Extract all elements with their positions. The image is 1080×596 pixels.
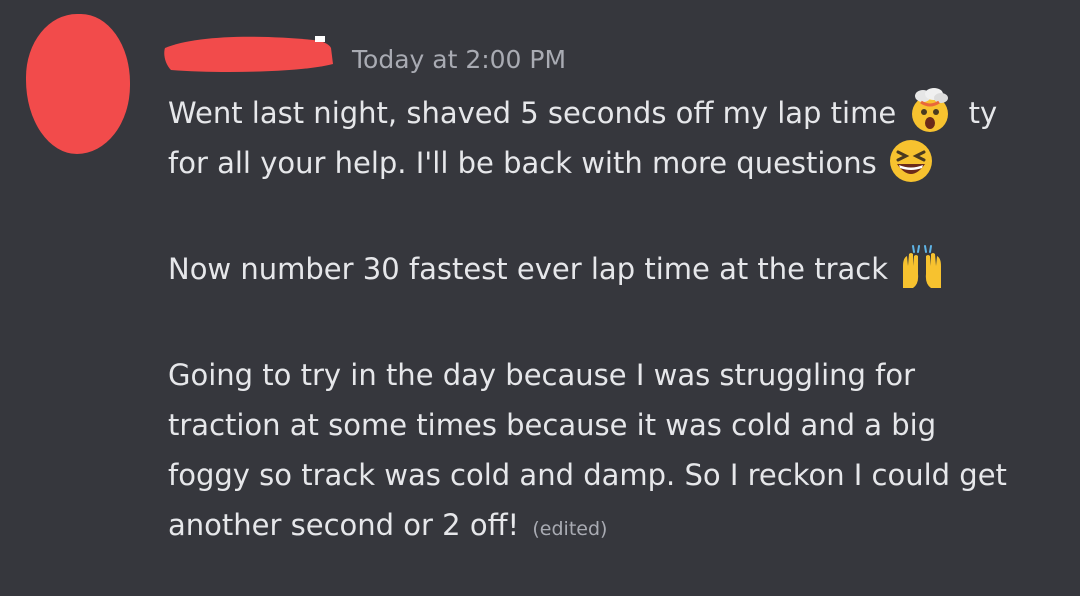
message-line: traction at some times because it was co… bbox=[168, 408, 937, 442]
message-line: Went last night, shaved 5 seconds off my… bbox=[168, 88, 1058, 138]
laughing-squinting-face-icon bbox=[889, 140, 932, 182]
username-redacted[interactable] bbox=[163, 34, 335, 74]
chat-message: Today at 2:00 PM Went last night, shaved… bbox=[0, 0, 1080, 596]
message-text: another second or 2 off! bbox=[168, 508, 520, 542]
edited-label[interactable]: (edited) bbox=[532, 518, 607, 540]
message-text: for all your help. I'll be back with mor… bbox=[168, 146, 877, 180]
message-content: Went last night, shaved 5 seconds off my… bbox=[168, 88, 1058, 550]
message-line: Going to try in the day because I was st… bbox=[168, 358, 916, 392]
raising-hands-icon bbox=[903, 245, 942, 288]
message-text: Now number 30 fastest ever lap time at t… bbox=[168, 252, 889, 286]
message-text: Went last night, shaved 5 seconds off my… bbox=[168, 96, 897, 130]
exploding-head-icon bbox=[912, 88, 949, 132]
message-text: ty bbox=[968, 96, 998, 130]
message-timestamp[interactable]: Today at 2:00 PM bbox=[352, 44, 566, 76]
message-line: Now number 30 fastest ever lap time at t… bbox=[168, 244, 1058, 294]
message-line: foggy so track was cold and damp. So I r… bbox=[168, 458, 1007, 492]
avatar-redacted[interactable] bbox=[26, 14, 130, 154]
message-line: for all your help. I'll be back with mor… bbox=[168, 138, 1058, 188]
message-line: another second or 2 off! (edited) bbox=[168, 500, 1058, 550]
